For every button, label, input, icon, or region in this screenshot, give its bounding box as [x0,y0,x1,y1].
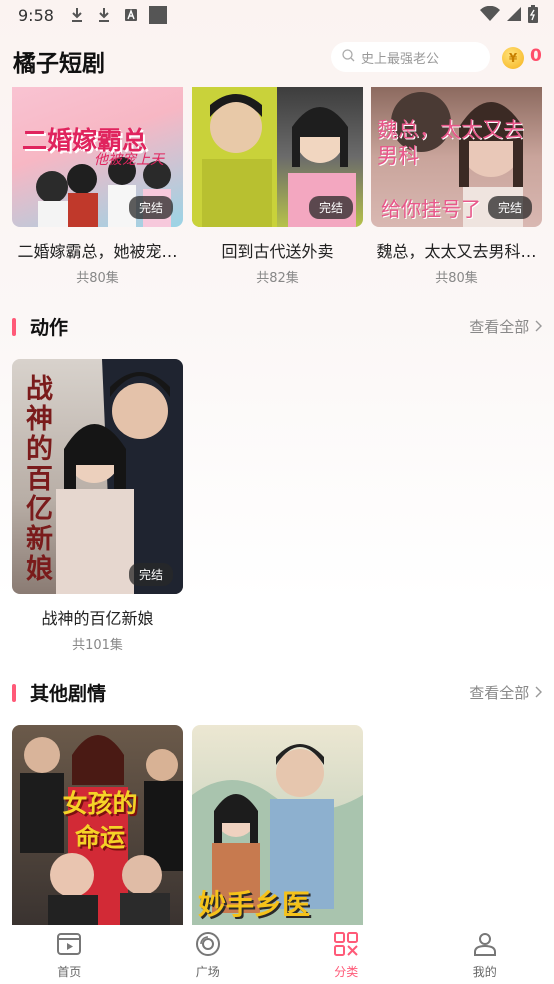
drama-poster[interactable]: 女孩的命运 [12,725,183,925]
drama-title[interactable]: 二婚嫁霸总，她被宠… [12,238,183,262]
tab-label: 广场 [195,965,220,979]
drama-poster[interactable]: 完结 [192,87,363,227]
poster-subtitle-text: 他被宠上天 [94,152,164,168]
tab-label: 我的 [472,965,497,979]
chevron-right-icon [534,318,542,336]
status-badge: 完结 [128,563,173,586]
drama-card[interactable]: 魏总，太太又去男科 给你挂号了 完结 魏总，太太又去男科… 共80集 [371,87,542,286]
drama-card[interactable]: 女孩的命运 [12,725,183,925]
drama-title[interactable]: 战神的百亿新娘 [12,605,183,629]
drama-card[interactable]: 妙手乡医 [192,725,363,925]
poster-title-text: 女孩的命运 [62,789,138,852]
tab-category[interactable]: 分类 [277,925,416,984]
view-all-link[interactable]: 查看全部 [469,316,542,337]
square-notification-icon [148,6,167,24]
tab-label: 分类 [334,965,359,979]
download-icon [68,6,86,24]
episode-count: 共82集 [256,271,299,286]
bottom-tab-bar: 首页 广场 分类 我的 [0,925,554,984]
keyboard-a-icon [122,6,140,24]
section-title: 动作 [30,317,69,339]
download-icon [95,6,113,24]
drama-title[interactable]: 魏总，太太又去男科… [371,238,542,262]
profile-icon [472,931,498,960]
drama-card[interactable]: 二婚嫁霸总 他被宠上天 完结 二婚嫁霸总，她被宠… 共80集 [12,87,183,286]
drama-poster[interactable]: 魏总，太太又去男科 给你挂号了 完结 [371,87,542,227]
tab-home[interactable]: 首页 [0,925,139,984]
section-header-other: 其他剧情 查看全部 [0,678,554,708]
tab-square[interactable]: 广场 [139,925,278,984]
status-bar: 9:58 [0,0,554,30]
poster-title-text: 战神的百亿新娘 [26,374,53,585]
section-header-action: 动作 查看全部 [0,312,554,342]
category-grid-icon [333,931,359,960]
disc-icon [195,931,221,960]
poster-subtitle-text: 给你挂号了 [381,197,481,221]
view-all-link[interactable]: 查看全部 [469,682,542,703]
search-icon [342,48,361,66]
section-title: 其他剧情 [30,683,107,705]
tab-label: 首页 [57,965,82,979]
tab-profile[interactable]: 我的 [416,925,554,984]
drama-card[interactable]: 战神的百亿新娘 完结 战神的百亿新娘 共101集 [12,359,183,653]
drama-poster[interactable]: 妙手乡医 [192,725,363,925]
chevron-right-icon [534,684,542,702]
status-time: 9:58 [18,5,54,25]
app-title: 橘子短剧 [13,51,105,77]
episode-count: 共80集 [76,271,119,286]
episode-count: 共101集 [72,638,123,653]
drama-title[interactable]: 回到古代送外卖 [192,238,363,262]
coin-icon[interactable]: ¥ [502,47,524,69]
status-badge: 完结 [487,196,532,219]
section-accent-bar [12,318,16,336]
search-placeholder: 史上最强老公 [361,51,440,67]
drama-poster[interactable]: 战神的百亿新娘 完结 [12,359,183,594]
drama-card[interactable]: 完结 回到古代送外卖 共82集 [192,87,363,286]
app-header: 橘子短剧 史上最强老公 ¥ 0 [0,38,554,82]
episode-count: 共80集 [435,271,478,286]
signal-icon [506,6,522,26]
wifi-icon [480,5,500,26]
poster-title-text: 魏总，太太又去男科 [377,118,524,168]
search-input[interactable]: 史上最强老公 [331,42,490,72]
battery-icon [528,5,538,27]
status-badge: 完结 [128,196,173,219]
drama-poster[interactable]: 二婚嫁霸总 他被宠上天 完结 [12,87,183,227]
section-accent-bar [12,684,16,702]
view-all-label: 查看全部 [469,684,530,702]
poster-title-text: 妙手乡医 [198,888,311,921]
home-video-icon [56,931,82,960]
status-badge: 完结 [308,196,353,219]
view-all-label: 查看全部 [469,318,530,336]
coin-count[interactable]: 0 [530,46,542,66]
